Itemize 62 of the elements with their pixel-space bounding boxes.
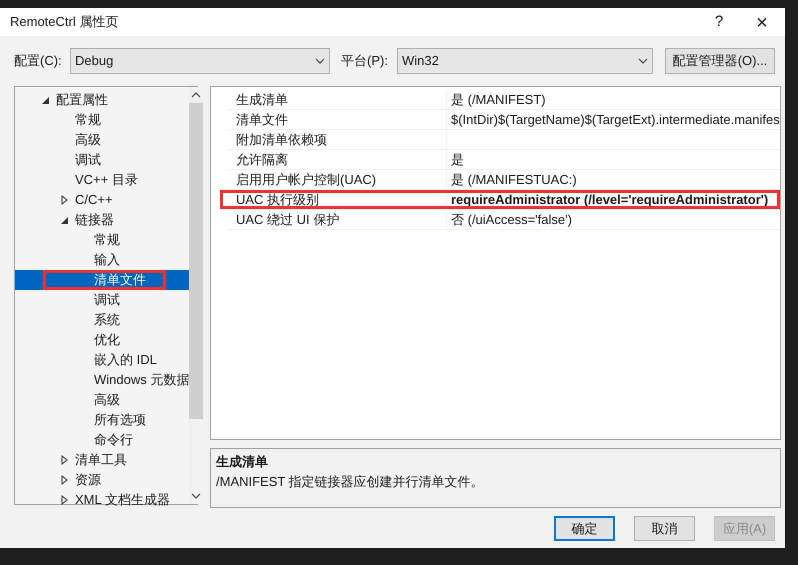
tree-item[interactable]: 高级 xyxy=(15,130,190,150)
scrollbar-thumb[interactable] xyxy=(189,103,204,419)
tree-item[interactable]: 清单工具 xyxy=(15,450,190,470)
property-name: UAC 绕过 UI 保护 xyxy=(228,210,447,229)
property-name: 清单文件 xyxy=(228,110,447,129)
tree-item[interactable]: 嵌入的 IDL xyxy=(15,350,190,370)
configuration-manager-button[interactable]: 配置管理器(O)... xyxy=(665,48,775,74)
platform-dropdown[interactable]: Win32 xyxy=(397,48,653,74)
property-value[interactable]: 是 (/MANIFESTUAC:) xyxy=(447,170,780,189)
tree-item[interactable]: 链接器 xyxy=(15,210,190,230)
property-row[interactable]: 清单文件 $(IntDir)$(TargetName)$(TargetExt).intermediate.manifes xyxy=(228,110,780,130)
description-text: /MANIFEST 指定链接器应创建并行清单文件。 xyxy=(216,472,485,490)
collapsed-triangle-icon[interactable] xyxy=(61,195,68,205)
property-name: UAC 执行级别 xyxy=(228,190,447,209)
close-button[interactable]: × xyxy=(739,8,785,36)
property-name: 允许隔离 xyxy=(228,150,447,169)
property-row[interactable]: 启用用户帐户控制(UAC) 是 (/MANIFESTUAC:) xyxy=(228,170,780,190)
chevron-down-icon xyxy=(638,58,648,64)
tree-item[interactable]: 高级 xyxy=(15,390,190,410)
tree-item[interactable]: Windows 元数据 xyxy=(15,370,190,390)
tree-item[interactable]: 调试 xyxy=(15,290,190,310)
field-label: 平台(P): xyxy=(341,52,389,70)
tree-item[interactable]: 常规 xyxy=(15,110,190,130)
property-value[interactable]: requireAdministrator (/level='requireAdministrator') xyxy=(447,190,780,209)
tree-item[interactable]: 输入 xyxy=(15,250,190,270)
tree-item[interactable]: XML 文档生成器 xyxy=(15,490,190,510)
property-value[interactable]: 是 xyxy=(447,150,780,169)
property-name: 生成清单 xyxy=(228,90,447,109)
tree-item[interactable]: 所有选项 xyxy=(15,410,190,430)
window-title: RemoteCtrl 属性页 xyxy=(10,13,118,32)
tree-item[interactable]: 调试 xyxy=(15,150,190,170)
property-value[interactable]: $(IntDir)$(TargetName)$(TargetExt).intermediate.manifes xyxy=(447,110,780,129)
property-row[interactable]: 附加清单依赖项 xyxy=(228,130,780,150)
collapsed-triangle-icon[interactable] xyxy=(61,455,68,465)
property-name: 附加清单依赖项 xyxy=(228,130,447,149)
property-value[interactable]: 否 (/uiAccess='false') xyxy=(447,210,780,229)
property-row[interactable]: 允许隔离 是 xyxy=(228,150,780,170)
tree-item[interactable]: 常规 xyxy=(15,230,190,250)
description-title: 生成清单 xyxy=(216,453,269,471)
tree-item[interactable]: C/C++ xyxy=(15,190,190,210)
help-button[interactable]: ? xyxy=(699,8,739,36)
scrollbar[interactable] xyxy=(189,87,204,504)
chevron-down-icon xyxy=(315,58,325,64)
tree-item[interactable]: 系统 xyxy=(15,310,190,330)
expanded-triangle-icon[interactable] xyxy=(61,216,68,224)
tree-item[interactable]: 命令行 xyxy=(15,430,190,450)
tree-item[interactable]: VC++ 目录 xyxy=(15,170,190,190)
tree-item[interactable]: 资源 xyxy=(15,470,190,490)
expanded-triangle-icon[interactable] xyxy=(42,96,49,104)
tree-item[interactable]: 优化 xyxy=(15,330,190,350)
property-row[interactable]: UAC 绕过 UI 保护 否 (/uiAccess='false') xyxy=(228,210,780,230)
dialog-button[interactable]: 确定 xyxy=(554,516,615,541)
tree-item[interactable]: 配置属性 xyxy=(15,90,190,110)
dialog-button[interactable]: 取消 xyxy=(634,516,695,541)
tree-item[interactable]: 清单文件 xyxy=(15,270,190,290)
property-value[interactable]: 是 (/MANIFEST) xyxy=(447,90,780,109)
field-label: 配置(C): xyxy=(14,52,63,70)
configuration-dropdown[interactable]: Debug xyxy=(70,48,330,74)
collapsed-triangle-icon[interactable] xyxy=(61,495,68,505)
property-row[interactable]: 生成清单 是 (/MANIFEST) xyxy=(228,90,780,110)
property-name: 启用用户帐户控制(UAC) xyxy=(228,170,447,189)
collapsed-triangle-icon[interactable] xyxy=(61,475,68,485)
